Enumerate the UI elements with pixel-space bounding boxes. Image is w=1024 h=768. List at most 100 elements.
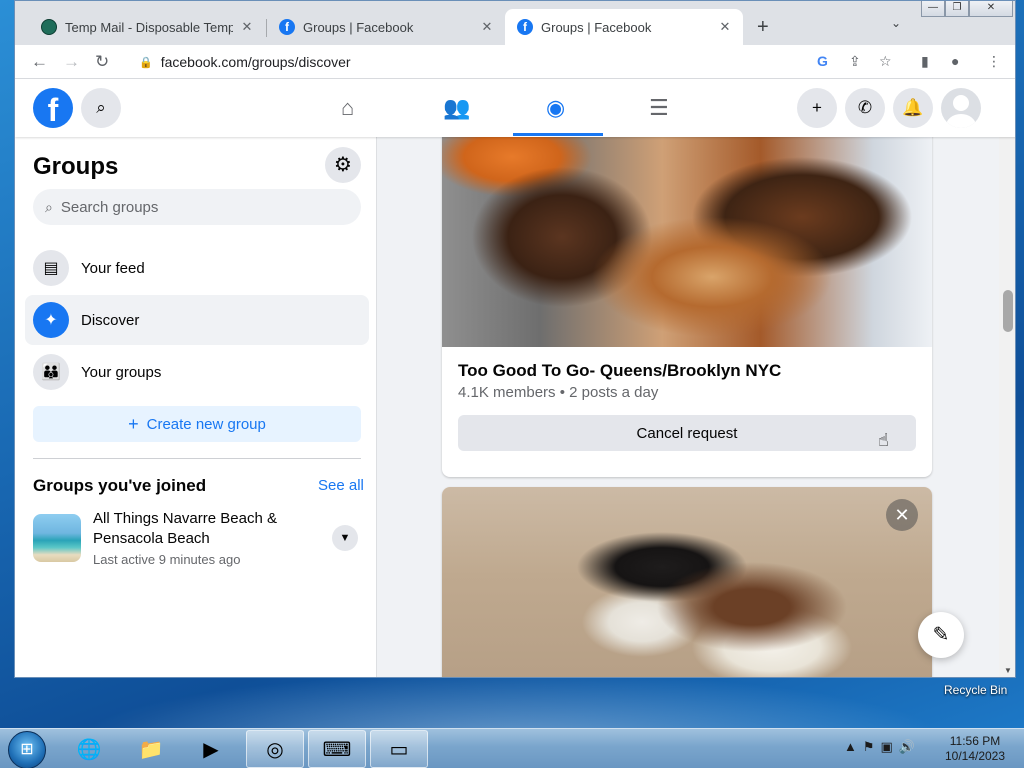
tab-groups-facebook-2[interactable]: f Groups | Facebook ✕ xyxy=(505,9,743,45)
new-tab-plus-icon[interactable]: + xyxy=(757,16,769,39)
people-icon: 👪 xyxy=(33,354,69,390)
volume-icon[interactable]: 🔊 xyxy=(899,739,915,755)
group-cover-photo[interactable] xyxy=(442,487,932,677)
tab-temp-mail[interactable]: Temp Mail - Disposable Tempora ✕ xyxy=(29,9,265,45)
tab-close-icon[interactable]: ✕ xyxy=(717,19,733,35)
close-icon[interactable]: ✕ xyxy=(886,499,918,531)
facebook-favicon-icon: f xyxy=(517,19,533,35)
minimize-icon[interactable]: — xyxy=(921,1,945,17)
see-all-link[interactable]: See all xyxy=(318,477,364,494)
search-icon[interactable]: ⌕ xyxy=(81,88,121,128)
group-meta: 4.1K members • 2 posts a day xyxy=(458,384,659,401)
chevron-down-icon[interactable]: ▼ xyxy=(332,525,358,551)
home-icon[interactable]: ⌂ xyxy=(341,95,354,121)
gear-icon[interactable]: ⚙ xyxy=(325,147,361,183)
discover-feed: Too Good To Go- Queens/Brooklyn NYC 4.1K… xyxy=(377,137,999,677)
chrome-taskbar-icon[interactable]: ◎ xyxy=(246,730,304,768)
url-text: facebook.com/groups/discover xyxy=(160,54,351,70)
sidebar-item-your-feed[interactable]: ▤ Your feed xyxy=(25,243,369,293)
create-button-label: Create new group xyxy=(146,415,266,433)
group-suggestion-card: ✕ xyxy=(442,487,932,677)
clock-date: 10/14/2023 xyxy=(944,749,1006,763)
system-tray: ▲ ⚑ ▣ 🔊 xyxy=(844,739,915,755)
profile-icon[interactable]: ● xyxy=(951,53,959,69)
facebook-logo-icon[interactable]: f xyxy=(33,88,73,128)
forward-arrow-icon[interactable]: → xyxy=(63,52,80,72)
friends-icon[interactable]: 👥 xyxy=(443,95,470,121)
compose-icon[interactable]: ✎ xyxy=(918,612,964,658)
tab-close-icon[interactable]: ✕ xyxy=(479,19,495,35)
joined-groups-heading: Groups you've joined xyxy=(33,476,207,495)
avatar[interactable] xyxy=(941,88,981,128)
reload-icon[interactable]: ↻ xyxy=(95,52,109,72)
browser-toolbar: ← → ↻ 🔒 facebook.com/groups/discover G ⇪… xyxy=(15,45,1015,79)
page-scrollbar[interactable]: ▼ xyxy=(999,137,1015,677)
bookmark-star-icon[interactable]: ☆ xyxy=(879,53,892,70)
action-center-icon[interactable]: ⚑ xyxy=(863,739,875,755)
kebab-menu-icon[interactable]: ⋮ xyxy=(987,53,1001,70)
groups-sidebar: Groups ⚙ ⌕ Search groups ▤ Your feed ✦ D… xyxy=(15,137,377,677)
active-nav-indicator xyxy=(513,133,603,136)
tab-title: Groups | Facebook xyxy=(541,19,652,35)
search-groups-input[interactable]: ⌕ Search groups xyxy=(33,189,361,225)
side-panel-icon[interactable]: ▮ xyxy=(921,53,929,70)
clock-time: 11:56 PM xyxy=(949,734,1001,748)
joined-group-name[interactable]: All Things Navarre Beach & Pensacola Bea… xyxy=(93,509,313,549)
group-title[interactable]: Too Good To Go- Queens/Brooklyn NYC xyxy=(458,361,781,381)
network-icon[interactable]: ▣ xyxy=(881,739,893,755)
search-icon: ⌕ xyxy=(45,198,53,215)
explorer-taskbar-icon[interactable]: 📁 xyxy=(122,730,180,768)
media-player-taskbar-icon[interactable]: ▶ xyxy=(182,730,240,768)
tab-title: Groups | Facebook xyxy=(303,19,414,35)
tab-strip: Temp Mail - Disposable Tempora ✕ f Group… xyxy=(15,1,1015,45)
show-hidden-icons-icon[interactable]: ▲ xyxy=(844,739,857,755)
scroll-down-arrow-icon[interactable]: ▼ xyxy=(1004,666,1012,675)
joined-group-last-active: Last active 9 minutes ago xyxy=(93,552,241,567)
window-controls: — ❐ ✕ xyxy=(921,1,1013,19)
tab-search-chevron-icon[interactable]: ⌄ xyxy=(891,16,901,30)
scrollbar-thumb[interactable] xyxy=(1003,290,1013,332)
compass-icon: ✦ xyxy=(33,302,69,338)
sidebar-item-your-groups[interactable]: 👪 Your groups xyxy=(25,347,369,397)
tab-close-icon[interactable]: ✕ xyxy=(239,19,255,35)
temp-mail-favicon-icon xyxy=(41,19,57,35)
sidebar-item-discover[interactable]: ✦ Discover xyxy=(25,295,369,345)
divider xyxy=(33,458,361,459)
notepad-taskbar-icon[interactable]: ▭ xyxy=(370,730,428,768)
browser-window: Temp Mail - Disposable Tempora ✕ f Group… xyxy=(14,0,1016,678)
facebook-header: f ⌕ ⌂ 👥 ◉ ☰ + ✆ 🔔 xyxy=(15,79,1015,137)
bell-icon[interactable]: 🔔 xyxy=(893,88,933,128)
group-cover-photo[interactable] xyxy=(442,137,932,347)
menu-icon[interactable]: ☰ xyxy=(649,95,669,121)
sidebar-item-label: Your feed xyxy=(81,259,145,277)
facebook-favicon-icon: f xyxy=(279,19,295,35)
share-icon[interactable]: ⇪ xyxy=(849,53,861,70)
keyboard-app-taskbar-icon[interactable]: ⌨ xyxy=(308,730,366,768)
taskbar-clock[interactable]: 11:56 PM 10/14/2023 xyxy=(940,734,1010,764)
lock-icon[interactable]: 🔒 xyxy=(139,56,153,69)
hand-cursor-icon: ☝ xyxy=(878,430,889,450)
tab-groups-facebook-1[interactable]: f Groups | Facebook ✕ xyxy=(267,9,505,45)
windows-taskbar: ⊞ 🌐 📁 ▶ ◎ ⌨ ▭ ▲ ⚑ ▣ 🔊 11:56 PM 10/14/202… xyxy=(0,728,1024,768)
tab-title: Temp Mail - Disposable Tempora xyxy=(65,19,233,35)
google-icon[interactable]: G xyxy=(817,53,828,69)
close-window-icon[interactable]: ✕ xyxy=(969,1,1013,17)
sidebar-item-label: Discover xyxy=(81,311,140,329)
start-button[interactable]: ⊞ xyxy=(8,731,46,768)
group-suggestion-card: Too Good To Go- Queens/Brooklyn NYC 4.1K… xyxy=(442,137,932,477)
cancel-request-button[interactable]: Cancel request xyxy=(458,415,916,451)
page-title: Groups xyxy=(33,153,119,180)
feed-icon: ▤ xyxy=(33,250,69,286)
plus-icon[interactable]: + xyxy=(797,88,837,128)
groups-icon[interactable]: ◉ xyxy=(546,95,565,121)
group-thumbnail[interactable] xyxy=(33,514,81,562)
plus-icon: + xyxy=(128,413,139,434)
messenger-icon[interactable]: ✆ xyxy=(845,88,885,128)
edge-taskbar-icon[interactable]: 🌐 xyxy=(60,730,118,768)
recycle-bin-label[interactable]: Recycle Bin xyxy=(944,683,1007,697)
restore-icon[interactable]: ❐ xyxy=(945,1,969,17)
sidebar-item-label: Your groups xyxy=(81,363,162,381)
address-bar[interactable]: 🔒 facebook.com/groups/discover xyxy=(127,48,897,76)
back-arrow-icon[interactable]: ← xyxy=(31,52,48,72)
create-new-group-button[interactable]: + Create new group xyxy=(33,406,361,442)
